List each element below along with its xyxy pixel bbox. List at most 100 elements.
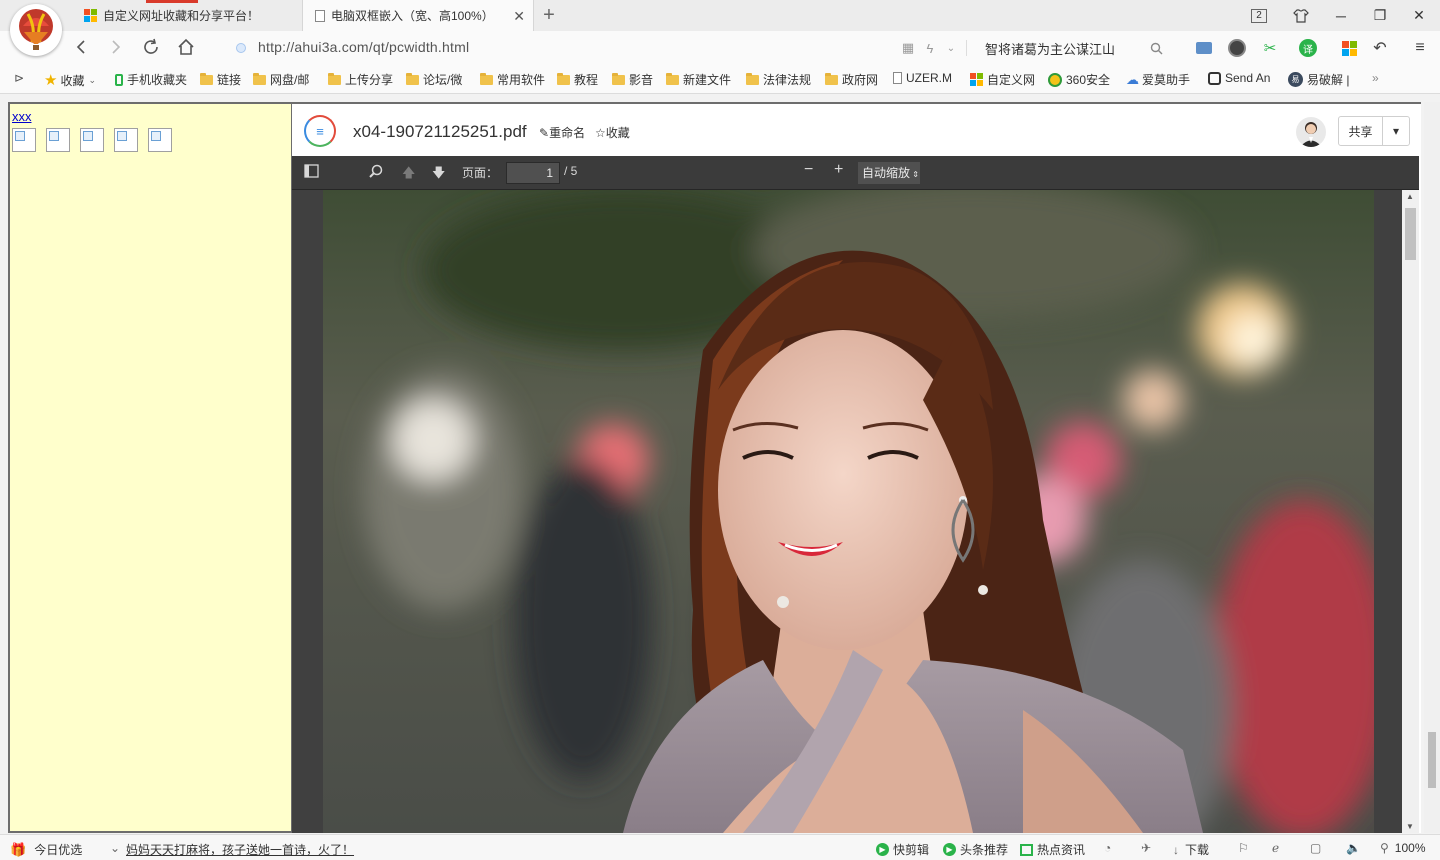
bookmark-folder[interactable]: 链接 bbox=[200, 71, 241, 88]
folder-icon bbox=[612, 72, 625, 85]
xxx-link[interactable]: xxx bbox=[12, 109, 32, 124]
undo-icon[interactable]: ↶ bbox=[1370, 38, 1390, 58]
avatar[interactable] bbox=[1296, 117, 1326, 147]
broken-image-icon[interactable] bbox=[148, 128, 172, 152]
next-page-icon[interactable]: 🡇 bbox=[432, 164, 445, 186]
share-button[interactable]: 共享 ▾ bbox=[1338, 116, 1410, 146]
pdf-scrollbar[interactable]: ▲ ▼ bbox=[1402, 190, 1419, 833]
bookmark-label: 易破解 | bbox=[1307, 73, 1350, 87]
new-tab-button[interactable]: + bbox=[538, 4, 560, 26]
bookmark-send-anywhere[interactable]: Send An bbox=[1208, 71, 1270, 85]
windows-icon bbox=[970, 73, 983, 86]
zoom-select[interactable]: 自动缩放 ⇕ bbox=[858, 162, 920, 184]
translate-icon[interactable]: 译 bbox=[1298, 38, 1318, 58]
previous-page-icon[interactable]: 🡅 bbox=[402, 164, 415, 186]
broken-image-icon[interactable] bbox=[80, 128, 104, 152]
window-icon[interactable]: ▢ bbox=[1310, 841, 1321, 855]
ie-icon[interactable]: ℯ bbox=[1272, 841, 1279, 855]
page-scrollbar[interactable] bbox=[1424, 102, 1440, 833]
favorite-button[interactable]: ☆收藏 bbox=[595, 124, 630, 141]
restore-button[interactable]: ❐ bbox=[1361, 0, 1399, 31]
screenshot-icon[interactable] bbox=[1194, 38, 1214, 58]
back-button[interactable] bbox=[68, 34, 94, 60]
bookmark-folder[interactable]: 法律法规 bbox=[746, 71, 811, 88]
bookmark-favorites[interactable]: ★ 收藏 ⌄ bbox=[44, 71, 96, 89]
lightning-icon[interactable]: ϟ bbox=[920, 38, 940, 58]
download-button[interactable]: ↓ 下载 bbox=[1173, 841, 1209, 858]
windows-icon bbox=[84, 9, 97, 22]
minimize-button[interactable]: ─ bbox=[1322, 0, 1360, 31]
headline-link[interactable]: 妈妈天天打麻将，孩子送她一首诗，火了！ bbox=[126, 841, 354, 858]
bookmark-folder[interactable]: 网盘/邮 bbox=[253, 71, 309, 88]
reload-button[interactable] bbox=[138, 34, 164, 60]
scissors-icon[interactable]: ✂ bbox=[1260, 38, 1280, 58]
tab-counter-button[interactable]: 2 bbox=[1240, 0, 1278, 31]
zoom-out-button[interactable]: − bbox=[804, 161, 813, 179]
search-input[interactable]: 智将诸葛为主公谋江山 bbox=[985, 39, 1115, 58]
chevron-down-icon[interactable]: ⌄ bbox=[110, 841, 120, 855]
page-icon bbox=[315, 9, 325, 22]
apps-icon[interactable] bbox=[1339, 38, 1359, 58]
chevron-down-icon[interactable]: ⌄ bbox=[941, 38, 961, 58]
bookmark-360[interactable]: 360安全 bbox=[1048, 71, 1110, 88]
bookmark-uzer[interactable]: UZER.M bbox=[893, 71, 952, 85]
today-picks-button[interactable]: 🎁 今日优选 bbox=[10, 841, 82, 858]
flag-icon[interactable]: ⚐ bbox=[1238, 841, 1249, 855]
close-icon[interactable]: ✕ bbox=[513, 8, 525, 25]
tab-dual-frame[interactable]: 电脑双框嵌入（宽、高100%） ✕ bbox=[302, 0, 534, 31]
hot-news-button[interactable]: 热点资讯 bbox=[1020, 841, 1085, 858]
pdf-filename: x04-190721125251.pdf bbox=[353, 122, 527, 141]
tab-custom-url-platform[interactable]: 自定义网址收藏和分享平台！ bbox=[72, 0, 302, 31]
search-icon[interactable] bbox=[1146, 38, 1166, 58]
bookmark-folder[interactable]: 上传分享 bbox=[328, 71, 393, 88]
rename-button[interactable]: ✎重命名 bbox=[539, 124, 585, 141]
bookmark-folder[interactable]: 政府网 bbox=[825, 71, 878, 88]
divider bbox=[966, 40, 967, 56]
broken-image-icon[interactable] bbox=[114, 128, 138, 152]
bookmark-folder[interactable]: 论坛/微 bbox=[406, 71, 462, 88]
scroll-up-icon[interactable]: ▲ bbox=[1406, 192, 1414, 201]
caret-down-icon[interactable]: ▾ bbox=[1383, 117, 1409, 145]
bookmark-mobile[interactable]: 手机收藏夹 bbox=[115, 71, 187, 88]
volume-icon[interactable]: 🔈 bbox=[1346, 841, 1361, 855]
bookmarks-more-button[interactable]: » bbox=[1372, 71, 1379, 85]
sidebar-toggle-icon[interactable] bbox=[304, 164, 319, 181]
scroll-thumb[interactable] bbox=[1405, 208, 1416, 260]
qr-icon[interactable]: ▦ bbox=[898, 38, 918, 58]
url-field[interactable]: http://ahui3a.com/qt/pcwidth.html bbox=[258, 39, 469, 55]
page-number-input[interactable]: 1 bbox=[506, 162, 560, 184]
media-icon[interactable] bbox=[1227, 38, 1247, 58]
forward-button[interactable] bbox=[103, 34, 129, 60]
zoom-button[interactable]: ⚲ 100% bbox=[1380, 841, 1426, 855]
shirt-icon[interactable] bbox=[1282, 0, 1320, 31]
tab-title: 电脑双框嵌入（宽、高100%） bbox=[331, 9, 494, 23]
bookmark-folder[interactable]: 影音 bbox=[612, 71, 653, 88]
bookmark-label: 网盘/邮 bbox=[270, 73, 310, 87]
broken-image-icon[interactable] bbox=[12, 128, 36, 152]
close-window-button[interactable]: ✕ bbox=[1400, 0, 1438, 31]
bookmark-yipojie[interactable]: 易 易破解 | bbox=[1288, 71, 1349, 88]
quick-edit-button[interactable]: ▶ 快剪辑 bbox=[876, 841, 929, 858]
star-outline-icon: ☆ bbox=[595, 126, 606, 140]
home-button[interactable] bbox=[173, 34, 199, 60]
bookmark-aimo[interactable]: ☁ 爱莫助手 bbox=[1126, 71, 1190, 88]
bookmark-folder[interactable]: 教程 bbox=[557, 71, 598, 88]
bookmark-folder[interactable]: 新建文件 bbox=[666, 71, 731, 88]
chevron-down-icon: ⌄ bbox=[88, 74, 97, 85]
bookmark-folder[interactable]: 常用软件 bbox=[480, 71, 545, 88]
broken-image-icon[interactable] bbox=[46, 128, 70, 152]
sidebar-toggle-icon[interactable]: ⊳ bbox=[14, 71, 24, 85]
pin-icon[interactable]: ✈ bbox=[1141, 841, 1151, 855]
headline-recommend-button[interactable]: ▶ 头条推荐 bbox=[943, 841, 1008, 858]
right-frame: ≡ x04-190721125251.pdf ✎重命名 ☆收藏 共享 ▾ 🡅 🡇… bbox=[292, 102, 1421, 833]
folder-icon bbox=[328, 72, 341, 85]
zoom-in-button[interactable]: + bbox=[834, 161, 843, 179]
browser-logo[interactable] bbox=[10, 4, 62, 56]
scroll-thumb[interactable] bbox=[1428, 732, 1436, 788]
scroll-down-icon[interactable]: ▼ bbox=[1406, 822, 1414, 831]
bookmark-custom-url[interactable]: 自定义网 bbox=[970, 71, 1035, 88]
speed-icon[interactable]: ◔ bbox=[1104, 841, 1111, 855]
menu-icon[interactable]: ≡ bbox=[1410, 38, 1430, 58]
search-icon[interactable] bbox=[369, 164, 383, 181]
cloud-icon: ☁ bbox=[1126, 71, 1139, 87]
